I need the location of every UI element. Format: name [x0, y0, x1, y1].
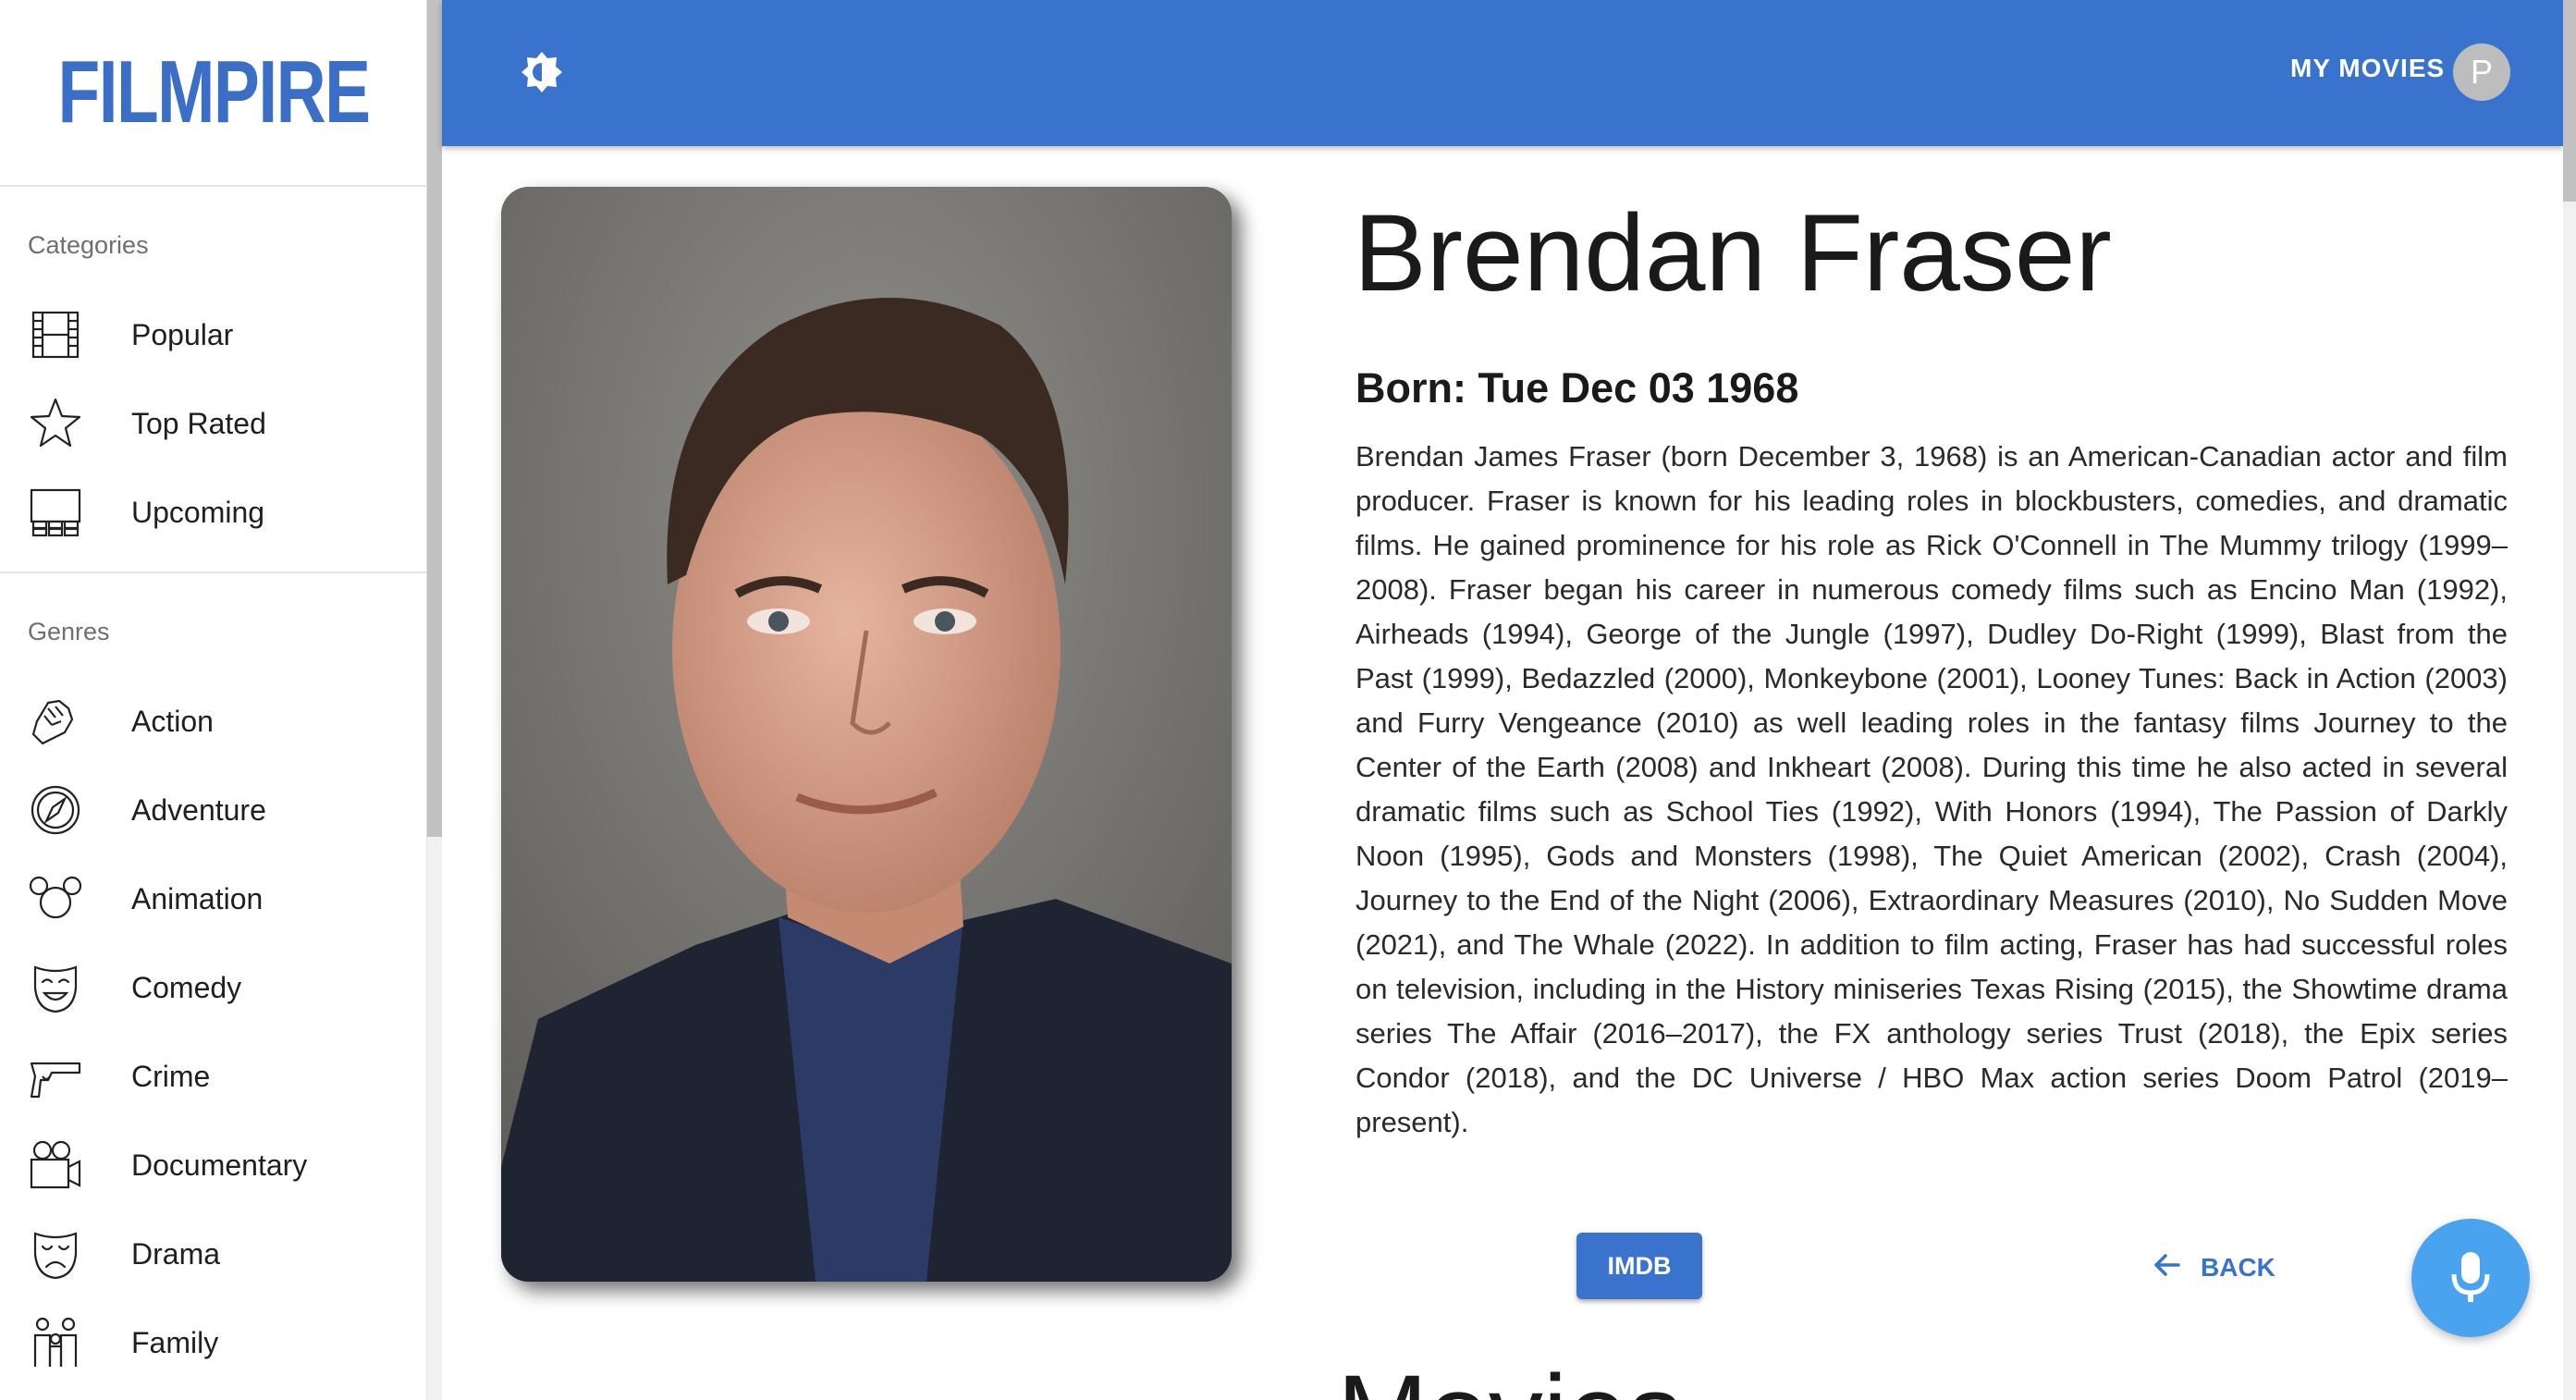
sidebar-item-label: Top Rated [131, 406, 266, 440]
movie-camera-icon [26, 1136, 85, 1195]
film-strip-icon [26, 305, 85, 364]
voice-assistant-button[interactable] [2411, 1219, 2530, 1337]
sidebar-item-label: Animation [131, 881, 264, 915]
actor-biography: Brendan James Fraser (born December 3, 1… [1355, 440, 2508, 1138]
categories-title: Categories [28, 231, 149, 259]
theme-toggle-button[interactable] [516, 48, 568, 100]
sidebar-item-label: Adventure [131, 792, 266, 827]
cinema-seats-icon [26, 483, 85, 542]
back-label: BACK [2201, 1253, 2275, 1282]
star-icon [26, 394, 85, 453]
movies-section-heading: Movies [1337, 1359, 1683, 1400]
sidebar-item-crime[interactable]: Crime [0, 1032, 426, 1121]
imdb-button[interactable]: IMDB [1576, 1233, 1702, 1299]
my-movies-link[interactable]: MY MOVIES [2290, 54, 2445, 83]
sidebar-item-label: Drama [131, 1236, 221, 1271]
sidebar-item-label: Popular [131, 317, 234, 351]
sidebar-item-label: Crime [131, 1059, 211, 1093]
sidebar: FILMPIRE Categories Popular Top Rated Up… [0, 0, 427, 1400]
brightness-icon [520, 50, 564, 99]
page-scrollbar[interactable] [2563, 0, 2576, 1400]
fist-icon [26, 692, 85, 751]
page-scrollbar-thumb[interactable] [2563, 0, 2576, 202]
sidebar-item-documentary[interactable]: Documentary [0, 1121, 426, 1210]
sidebar-item-action[interactable]: Action [0, 677, 426, 766]
compass-icon [26, 780, 85, 840]
genres-title: Genres [28, 618, 110, 645]
family-icon [26, 1313, 85, 1372]
back-button[interactable]: BACK [2151, 1245, 2275, 1291]
microphone-icon [2441, 1246, 2500, 1310]
sidebar-item-drama[interactable]: Drama [0, 1210, 426, 1298]
actor-photo [501, 187, 1232, 1282]
top-app-bar: MY MOVIES P [442, 0, 2563, 146]
sidebar-item-family[interactable]: Family [0, 1298, 426, 1387]
sidebar-item-label: Upcoming [131, 495, 265, 529]
pistol-icon [26, 1047, 85, 1106]
sidebar-divider [0, 571, 426, 573]
sidebar-item-label: Family [131, 1325, 219, 1359]
arrow-left-icon [2151, 1248, 2184, 1288]
filmpire-logo[interactable]: FILMPIRE [57, 42, 371, 143]
sidebar-item-label: Action [131, 704, 214, 738]
sidebar-item-animation[interactable]: Animation [0, 854, 426, 943]
sidebar-item-top-rated[interactable]: Top Rated [0, 379, 426, 468]
sidebar-item-popular[interactable]: Popular [0, 290, 426, 379]
actor-name: Brendan Fraser [1354, 192, 2112, 314]
comedy-mask-icon [26, 958, 85, 1017]
sidebar-item-label: Comedy [131, 970, 242, 1004]
sidebar-item-comedy[interactable]: Comedy [0, 943, 426, 1032]
sidebar-scrollbar-thumb[interactable] [427, 0, 442, 837]
mouse-ears-icon [26, 869, 85, 928]
drama-mask-icon [26, 1224, 85, 1283]
sidebar-item-adventure[interactable]: Adventure [0, 766, 426, 854]
actor-birthdate: Born: Tue Dec 03 1968 [1355, 364, 1799, 411]
avatar[interactable]: P [2453, 43, 2510, 101]
logo-area[interactable]: FILMPIRE [0, 0, 426, 187]
sidebar-item-label: Documentary [131, 1148, 308, 1182]
sidebar-item-upcoming[interactable]: Upcoming [0, 468, 426, 557]
